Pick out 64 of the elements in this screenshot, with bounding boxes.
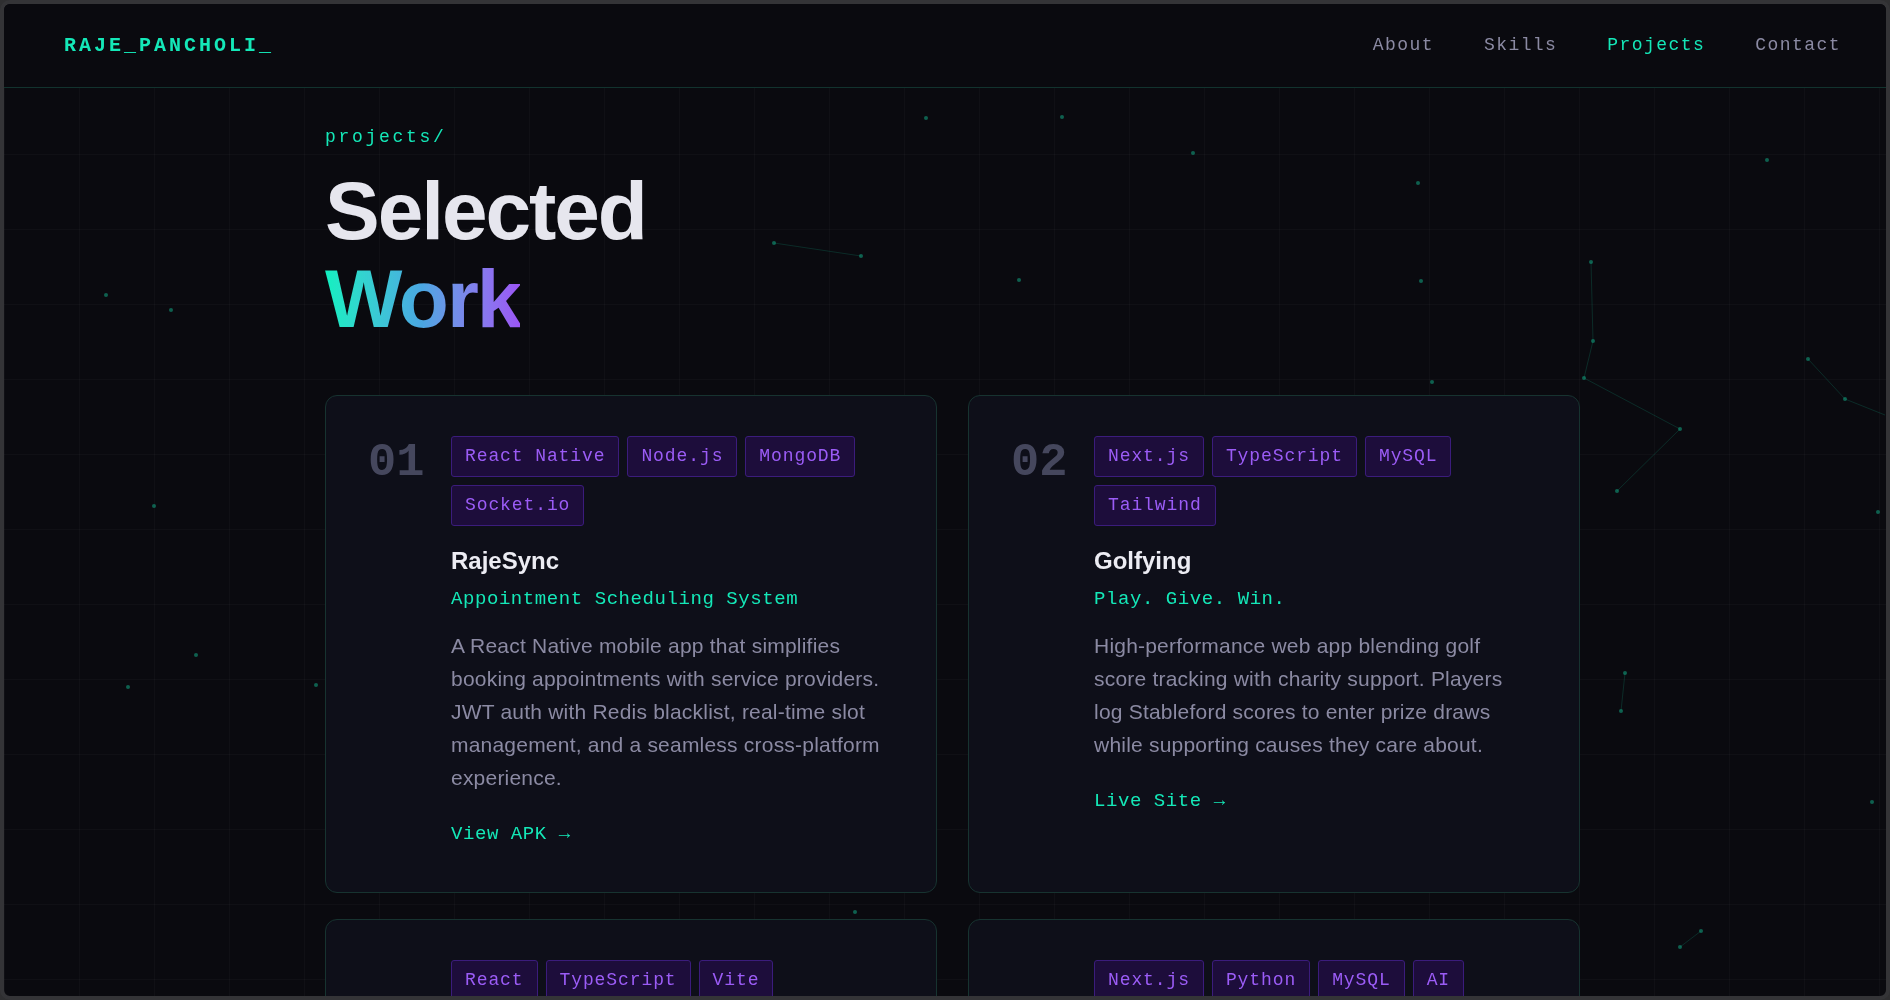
particle-dot (1870, 800, 1874, 804)
tech-tag: TypeScript (1211, 436, 1357, 477)
tech-tag: Tailwind (1094, 485, 1216, 526)
tech-tag: MySQL (1318, 960, 1405, 996)
project-tagline: Play. Give. Win. (1094, 587, 1286, 611)
section-title: Selected (325, 167, 646, 255)
particle-dot (1591, 339, 1595, 343)
site-logo[interactable]: RAJE_PANCHOLI_ (64, 30, 275, 61)
project-tagline: Appointment Scheduling System (451, 587, 799, 611)
particle-dot (1678, 945, 1682, 949)
particle-dot (1060, 115, 1064, 119)
tech-tag: MongoDB (745, 436, 856, 477)
tech-tag: AI (1412, 960, 1465, 996)
tech-tag: MySQL (1364, 436, 1452, 477)
section-eyebrow: projects/ (325, 126, 447, 149)
particle-dot (1589, 260, 1593, 264)
tech-tag: Next.js (1094, 436, 1204, 477)
particle-dot (1843, 397, 1847, 401)
tech-tag: React Native (451, 436, 620, 477)
project-description: A React Native mobile app that simplifies booking appointments with service providers. JWT auth with Redis blacklist, real-time slot management, and a seamless cross-platform experience. (451, 633, 881, 791)
tech-tag: Vite (698, 960, 774, 996)
network-line (1620, 672, 1626, 712)
particle-dot (772, 241, 776, 245)
project-number: 01 (368, 439, 425, 486)
particle-dot (169, 308, 173, 312)
nav-link[interactable]: About (1372, 32, 1434, 59)
particle-dot (194, 653, 198, 657)
particle-dot (1699, 929, 1703, 933)
particle-dot (1615, 489, 1619, 493)
tech-tag: Socket.io (451, 485, 585, 526)
nav-link[interactable]: Skills (1483, 32, 1558, 59)
particle-dot (1876, 510, 1880, 514)
tech-tag: Node.js (627, 436, 738, 477)
tech-tag: Next.js (1094, 960, 1204, 996)
particle-dot (1619, 709, 1623, 713)
particle-dot (1416, 181, 1420, 185)
particle-dot (1419, 279, 1423, 283)
project-link[interactable]: Live Site → (1094, 789, 1226, 813)
nav-link[interactable]: Projects (1607, 32, 1706, 59)
tech-tag: TypeScript (545, 960, 691, 996)
project-link[interactable]: View APK → (451, 822, 571, 846)
project-number: 02 (1011, 439, 1068, 486)
particle-dot (853, 910, 857, 914)
particle-dot (1430, 380, 1434, 384)
project-title: RajeSync (451, 546, 560, 575)
particle-dot (1623, 671, 1627, 675)
particle-dot (1017, 278, 1021, 282)
particle-dot (1806, 357, 1810, 361)
project-title: Golfying (1094, 546, 1192, 575)
nav-link[interactable]: Contact (1755, 32, 1841, 59)
particle-dot (1765, 158, 1769, 162)
particle-dot (152, 504, 156, 508)
particle-dot (104, 293, 108, 297)
tech-tag: Python (1211, 960, 1311, 996)
particle-dot (126, 685, 130, 689)
particle-dot (1582, 376, 1586, 380)
particle-dot (314, 683, 318, 687)
particle-dot (924, 116, 928, 120)
particle-dot (1678, 427, 1682, 431)
project-description: High-performance web app blending golf score tracking with charity support. Players log Stableford scores to enter prize draws while supporting causes they care about. (1094, 633, 1504, 758)
particle-dot (1191, 151, 1195, 155)
particle-dot (859, 254, 863, 258)
tech-tag: React (451, 960, 538, 996)
network-line (1679, 930, 1702, 948)
